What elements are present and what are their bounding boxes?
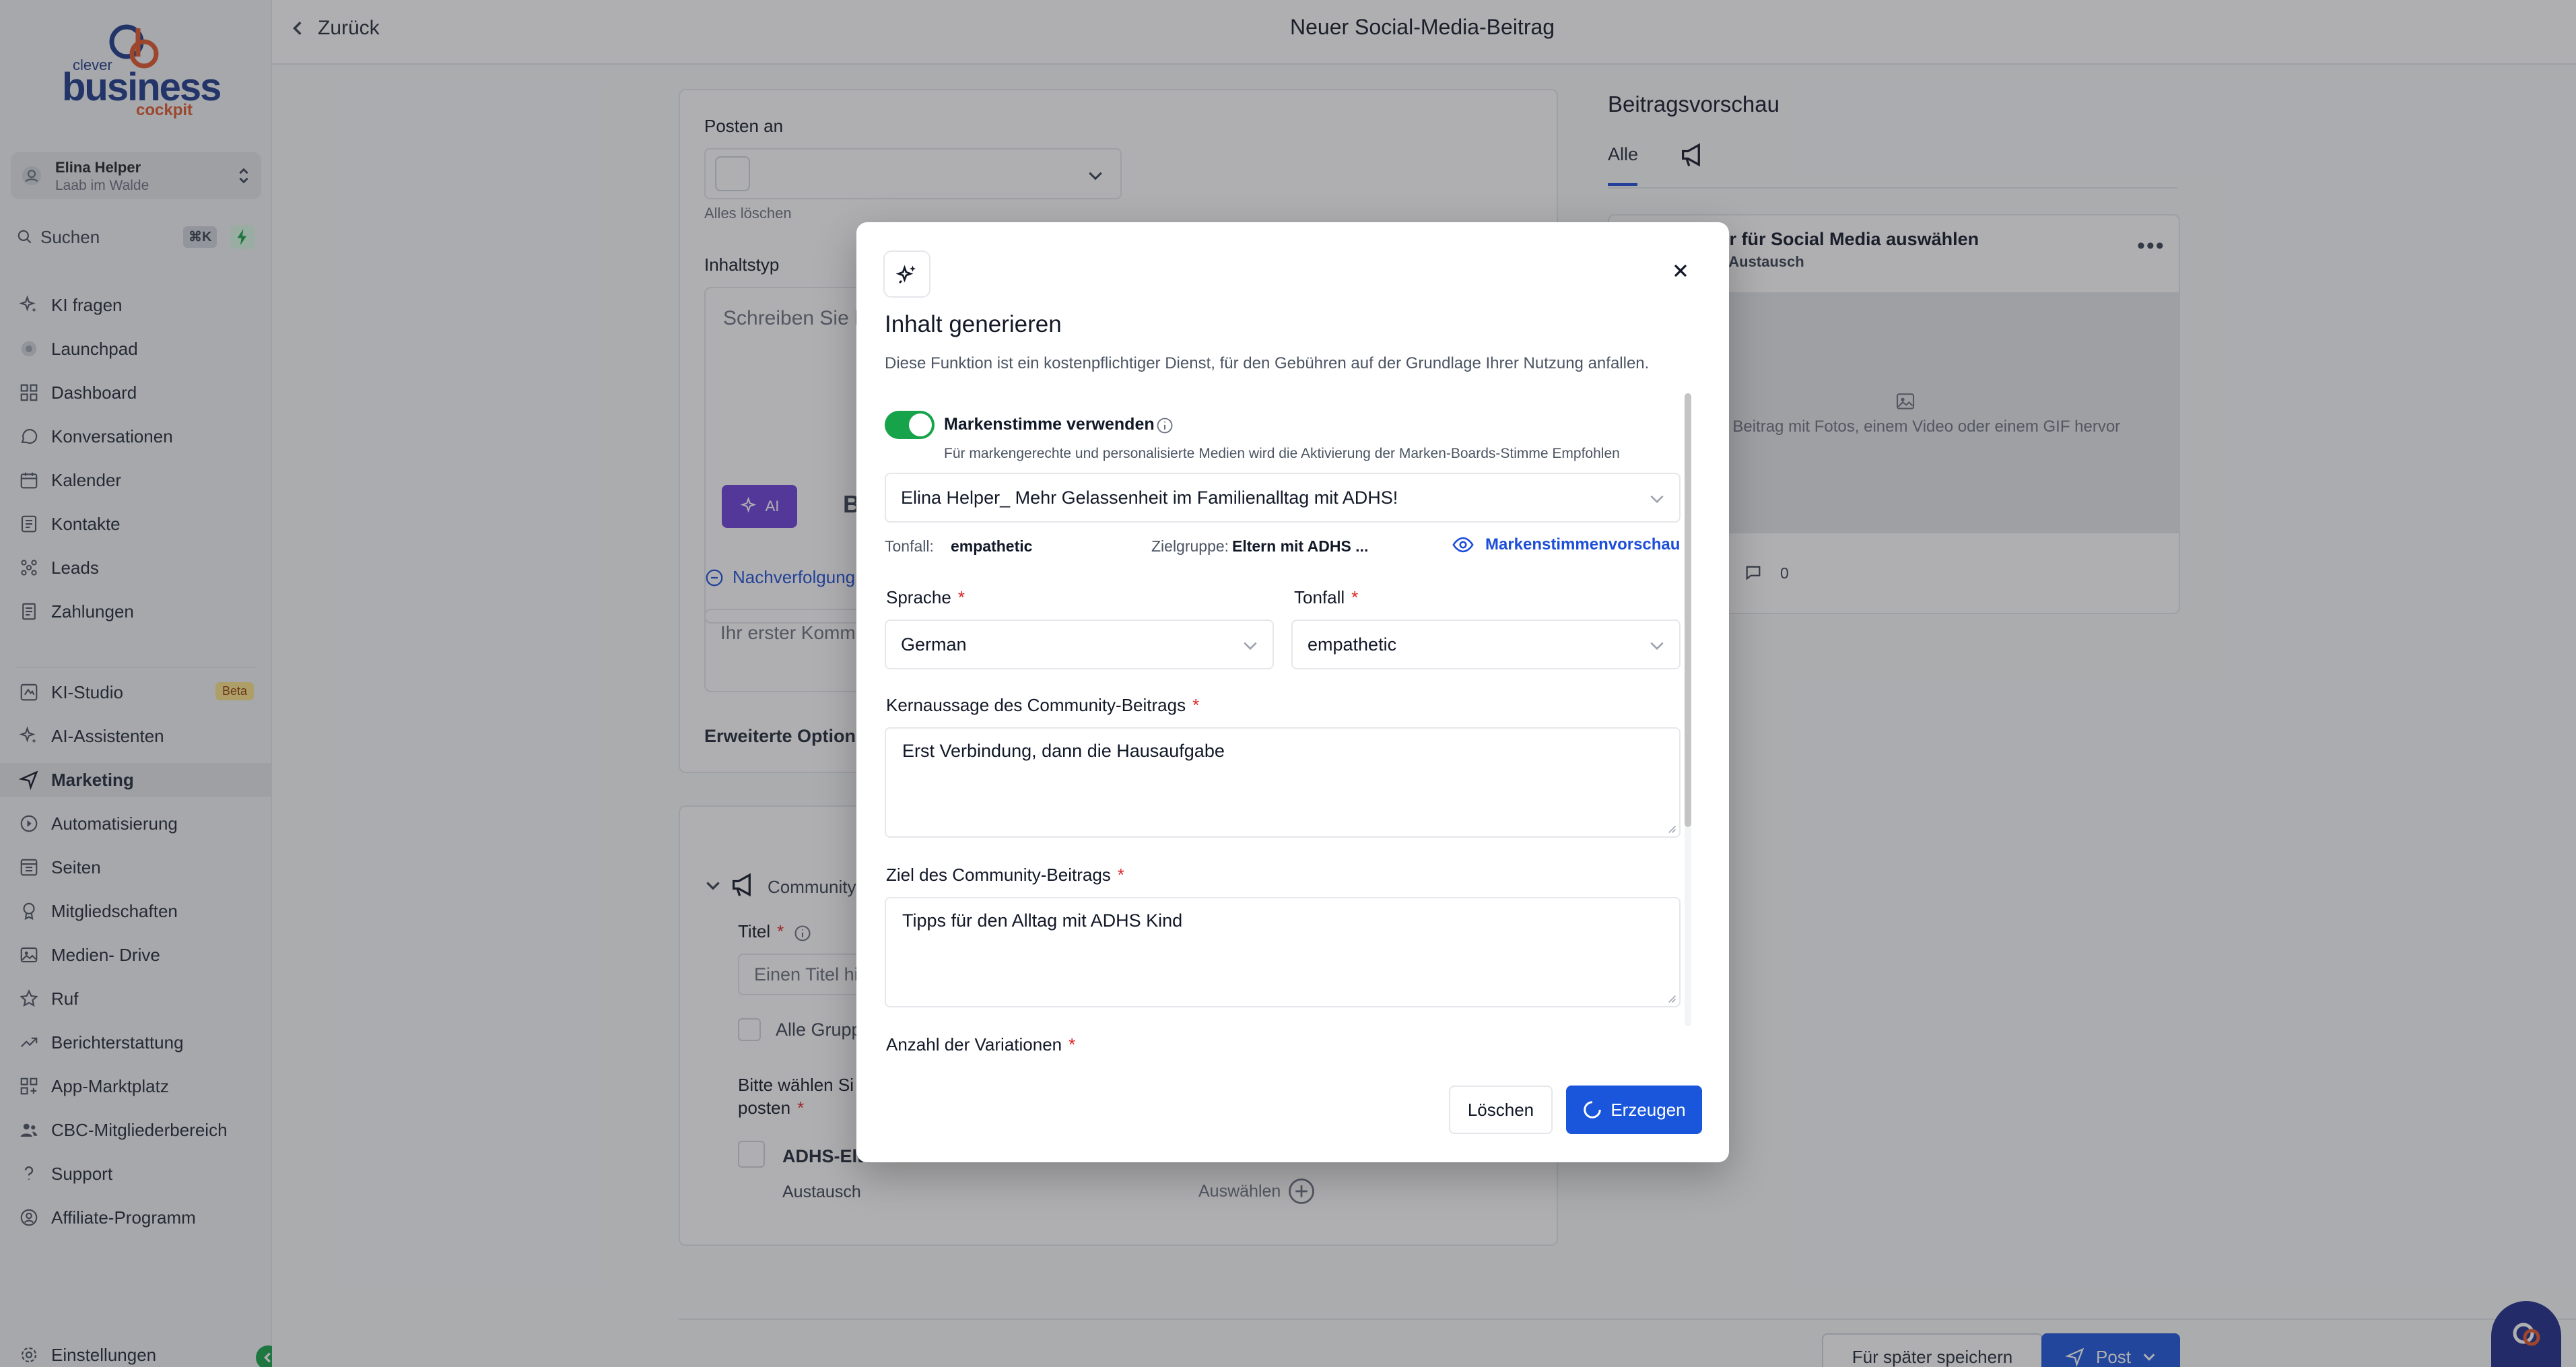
- tone-label: Tonfall *: [1294, 587, 1359, 607]
- resize-handle-icon: [1668, 995, 1676, 1003]
- chevron-down-icon: [1650, 495, 1664, 504]
- loading-spinner-icon: [1584, 1101, 1602, 1119]
- message-label: Kernaussage des Community-Beitrags *: [886, 695, 1200, 715]
- chevron-down-icon: [1650, 642, 1664, 651]
- language-select[interactable]: German: [885, 620, 1274, 669]
- brand-voice-label: Markenstimme verwenden: [944, 415, 1155, 434]
- modal-scroll-area[interactable]: Markenstimme verwenden Für markengerecht…: [856, 391, 1729, 1063]
- info-icon[interactable]: [1155, 416, 1174, 435]
- language-value: German: [901, 634, 967, 655]
- clear-button[interactable]: Löschen: [1449, 1086, 1553, 1134]
- clear-button-label: Löschen: [1467, 1099, 1534, 1120]
- eye-icon: [1452, 537, 1474, 553]
- scrollbar-track[interactable]: [1685, 393, 1691, 1026]
- modal-title: Inhalt generieren: [885, 311, 1062, 337]
- brand-voice-preview-link[interactable]: Markenstimmenvorschau: [1452, 533, 1680, 556]
- close-icon[interactable]: [1670, 260, 1691, 281]
- resize-handle-icon: [1668, 826, 1676, 833]
- sparkles-icon: [883, 251, 930, 298]
- variations-label: Anzahl der Variationen *: [886, 1034, 1076, 1055]
- tone-select[interactable]: empathetic: [1291, 620, 1681, 669]
- brand-voice-preview-label: Markenstimmenvorschau: [1485, 535, 1681, 554]
- language-label: Sprache *: [886, 587, 965, 607]
- brand-voice-toggle[interactable]: [885, 411, 935, 439]
- goal-textarea[interactable]: Tipps für den Alltag mit ADHS Kind: [885, 897, 1681, 1007]
- message-value: Erst Verbindung, dann die Hausaufgabe: [902, 741, 1225, 761]
- generate-button[interactable]: Erzeugen: [1566, 1086, 1702, 1134]
- tone-select-value: empathetic: [1308, 634, 1397, 655]
- audience-value: Eltern mit ADHS ...: [1232, 537, 1369, 555]
- goal-label: Ziel des Community-Beitrags *: [886, 865, 1124, 885]
- generate-button-label: Erzeugen: [1611, 1099, 1686, 1120]
- brand-board-value: Elina Helper_ Mehr Gelassenheit im Famil…: [901, 487, 1398, 508]
- generate-content-modal: Inhalt generieren Diese Funktion ist ein…: [856, 222, 1729, 1162]
- tone-key: Tonfall:: [885, 537, 934, 555]
- goal-value: Tipps für den Alltag mit ADHS Kind: [902, 910, 1183, 931]
- scrollbar-thumb[interactable]: [1685, 393, 1691, 827]
- message-textarea[interactable]: Erst Verbindung, dann die Hausaufgabe: [885, 727, 1681, 838]
- brand-voice-hint: Für markengerechte und personalisierte M…: [944, 446, 1620, 461]
- tone-value: empathetic: [951, 537, 1033, 555]
- brand-board-select[interactable]: Elina Helper_ Mehr Gelassenheit im Famil…: [885, 473, 1681, 523]
- modal-subtitle: Diese Funktion ist ein kostenpflichtiger…: [885, 354, 1650, 372]
- chevron-down-icon: [1244, 642, 1257, 651]
